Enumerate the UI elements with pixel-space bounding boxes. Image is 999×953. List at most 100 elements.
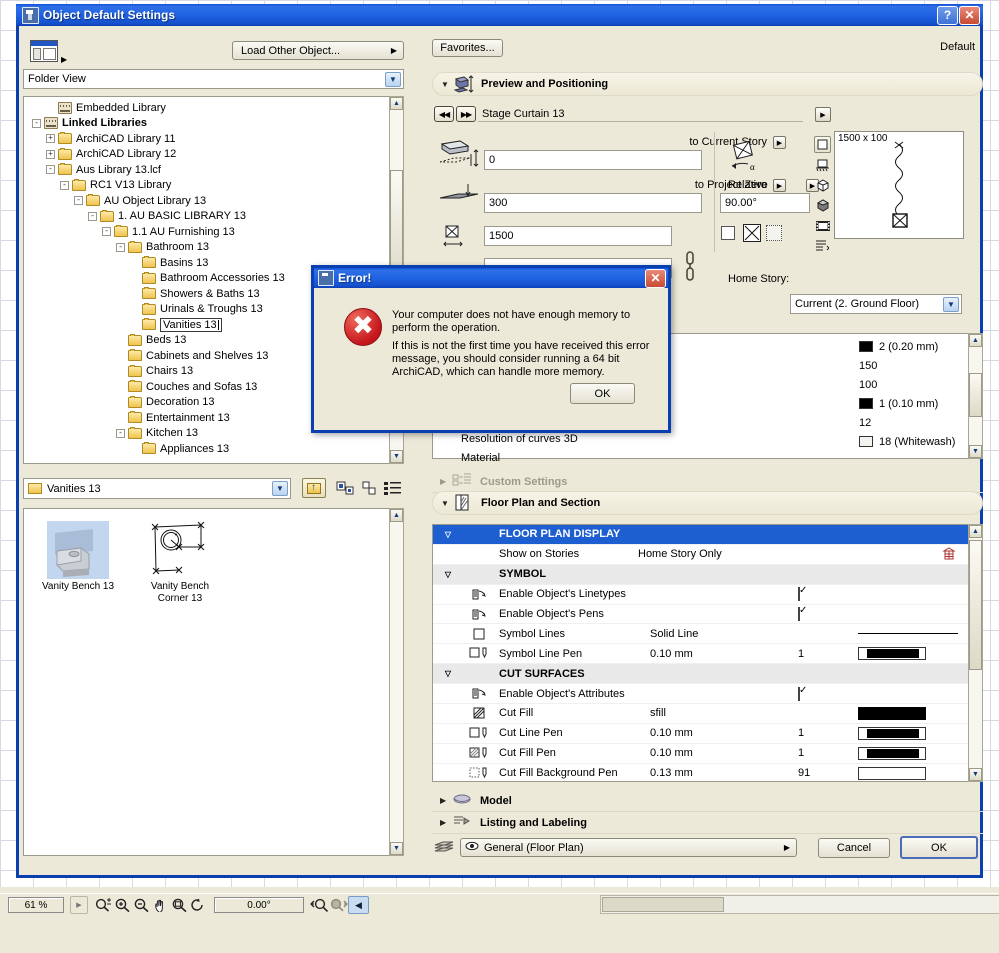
group-collapse-icon[interactable]: ▽ [433, 530, 463, 539]
mirror-x-toggle[interactable] [743, 224, 761, 242]
collapse-toggle-icon[interactable]: - [116, 428, 125, 438]
section-listing-and-labeling[interactable]: ▶ Listing and Labeling [432, 812, 983, 834]
floor-plan-row-value[interactable]: 0.10 mm [650, 648, 798, 660]
collapse-toggle-icon[interactable]: - [116, 242, 125, 252]
mirror-dotted-toggle[interactable] [766, 225, 782, 241]
preview-view-mode-strip[interactable] [814, 136, 831, 254]
object-item-vanity-bench[interactable]: Vanity Bench 13 [30, 521, 126, 593]
floor-plan-scroll-thumb[interactable] [969, 540, 982, 670]
floor-plan-setting-row[interactable]: Cut Fill sfill [433, 704, 968, 724]
section-custom-settings[interactable]: ▶ Custom Settings [432, 471, 983, 493]
object-name-popup-button[interactable]: ▶ [815, 107, 831, 122]
zoom-level-field[interactable]: 61 % [8, 897, 64, 913]
pan-hand-icon[interactable] [151, 897, 170, 913]
large-icons-view-button[interactable] [334, 478, 358, 498]
error-close-button[interactable]: ✕ [645, 268, 666, 288]
swatch-pen-chip[interactable] [858, 647, 968, 661]
mirror-none-toggle[interactable] [721, 226, 735, 240]
floor-plan-setting-row[interactable]: Enable Object's Linetypes [433, 585, 968, 605]
to-current-story-popup-button[interactable]: ▶ [773, 136, 786, 149]
collapse-toggle-icon[interactable]: - [88, 211, 97, 221]
tree-item[interactable]: - 1. AU BASIC LIBRARY 13 [24, 209, 389, 225]
floor-plan-setting-row[interactable]: Cut Line Pen 0.10 mm 1 [433, 724, 968, 744]
swatch-white-chip[interactable] [858, 766, 968, 780]
help-button[interactable]: ? [937, 5, 958, 25]
floor-plan-rows[interactable]: ▽ FLOOR PLAN DISPLAY Show on Stories Home S… [433, 525, 968, 781]
section-model[interactable]: ▶ Model [432, 790, 983, 812]
view-mode-front-view-icon[interactable] [814, 157, 831, 174]
floor-plan-setting-row[interactable]: Cut Fill Pen 0.10 mm 1 [433, 744, 968, 764]
tree-item[interactable]: - 1.1 AU Furnishing 13 [24, 224, 389, 240]
floor-plan-settings-table[interactable]: ▽ FLOOR PLAN DISPLAY Show on Stories Home S… [432, 524, 983, 782]
parameters-scroll-track[interactable] [969, 347, 982, 445]
small-icons-view-button[interactable] [360, 478, 380, 498]
layout-dropdown-caret-icon[interactable]: ▶ [61, 55, 67, 64]
link-dimensions-icon[interactable] [684, 250, 696, 287]
floor-plan-setting-row[interactable]: Symbol Lines Solid Line [433, 624, 968, 645]
next-zoom-icon[interactable] [329, 897, 348, 913]
zoom-in-icon[interactable] [113, 897, 132, 913]
expand-toggle-icon[interactable]: + [46, 149, 55, 159]
chevron-down-icon[interactable]: ▼ [385, 71, 401, 87]
horizontal-scroll-thumb[interactable] [602, 897, 724, 912]
favorites-button[interactable]: Favorites... [432, 39, 503, 57]
ok-button[interactable]: OK [900, 836, 978, 859]
list-view-button[interactable] [382, 478, 404, 498]
view-mode-3d-wireframe-icon[interactable] [814, 177, 831, 194]
floor-plan-row-value[interactable]: 0.13 mm [650, 767, 798, 779]
up-one-level-button[interactable] [302, 478, 326, 498]
collapse-toggle-icon[interactable]: - [46, 165, 55, 175]
floor-plan-row-value[interactable]: Solid Line [650, 628, 798, 640]
close-button[interactable]: ✕ [959, 5, 980, 25]
tree-item[interactable]: + ArchiCAD Library 12 [24, 147, 389, 163]
library-view-mode-select[interactable]: Folder View ▼ [23, 69, 404, 89]
parameters-scrollbar[interactable]: ▲ ▼ [968, 333, 983, 459]
object-scroll-track[interactable] [390, 522, 403, 842]
swatch-stories-icon[interactable] [846, 547, 968, 561]
swatch-pen-chip[interactable] [858, 746, 968, 760]
floor-plan-scroll-down-button[interactable]: ▼ [969, 768, 982, 781]
floor-plan-setting-row[interactable]: Show on Stories Home Story Only [433, 545, 968, 565]
expand-toggle-icon[interactable]: + [46, 134, 55, 144]
enable-checkbox[interactable] [798, 607, 858, 621]
chevron-down-icon[interactable]: ▼ [943, 296, 959, 312]
parameters-scroll-down-button[interactable]: ▼ [969, 445, 982, 458]
floor-plan-row-value[interactable]: 0.10 mm [650, 727, 798, 739]
zoom-plus-minus-icon[interactable] [94, 897, 113, 913]
floor-plan-row-value[interactable]: 0.10 mm [650, 747, 798, 759]
object-scroll-up-button[interactable]: ▲ [390, 509, 403, 522]
angle-field[interactable]: 0.00° [214, 897, 304, 913]
floor-plan-scroll-track[interactable] [969, 538, 982, 768]
collapse-toggle-icon[interactable]: - [74, 196, 83, 206]
to-current-story-input[interactable]: 0 [484, 150, 702, 170]
collapse-toggle-icon[interactable]: - [60, 180, 69, 190]
object-list[interactable]: Vanity Bench 13 Vanity Bench Corner 13 [24, 509, 389, 855]
collapse-icon[interactable]: ◀ [348, 896, 369, 914]
object-scroll-down-button[interactable]: ▼ [390, 842, 403, 855]
parameters-scroll-up-button[interactable]: ▲ [969, 334, 982, 347]
to-project-zero-input[interactable]: 300 [484, 193, 702, 213]
floor-plan-scroll-up-button[interactable]: ▲ [969, 525, 982, 538]
zoom-out-icon[interactable] [132, 897, 151, 913]
view-mode-2d-symbol-icon[interactable] [814, 136, 831, 153]
fit-in-window-icon[interactable] [170, 897, 189, 913]
swatch-solid-line[interactable] [858, 633, 968, 635]
floor-plan-group-row[interactable]: ▽ SYMBOL [433, 564, 968, 585]
previous-object-button[interactable]: ◀◀ [434, 106, 454, 122]
floor-plan-group-row[interactable]: ▽ FLOOR PLAN DISPLAY [433, 525, 968, 545]
object-name-field[interactable]: Stage Curtain 13 [478, 106, 803, 122]
enable-checkbox[interactable] [798, 686, 858, 701]
home-story-select[interactable]: Current (2. Ground Floor) ▼ [790, 294, 962, 314]
zoom-dropdown-button[interactable]: ▶ [70, 896, 88, 914]
view-selector-button[interactable]: General (Floor Plan) ▶ [460, 838, 797, 857]
prev-zoom-icon[interactable] [310, 897, 329, 913]
floor-plan-setting-row[interactable]: Cut Fill Background Pen 0.13 mm 91 [433, 764, 968, 781]
horizontal-scrollbar[interactable] [600, 895, 999, 914]
view-mode-3d-perspective-icon[interactable] [814, 217, 831, 234]
chevron-down-icon[interactable]: ▼ [272, 481, 288, 496]
tree-item[interactable]: Appliances 13 [24, 441, 389, 457]
floor-plan-setting-row[interactable]: Enable Object's Attributes [433, 684, 968, 705]
swatch-black-fill[interactable] [858, 706, 968, 720]
tree-item[interactable]: - Aus Library 13.lcf [24, 162, 389, 178]
tree-item[interactable]: + ArchiCAD Library 11 [24, 131, 389, 147]
